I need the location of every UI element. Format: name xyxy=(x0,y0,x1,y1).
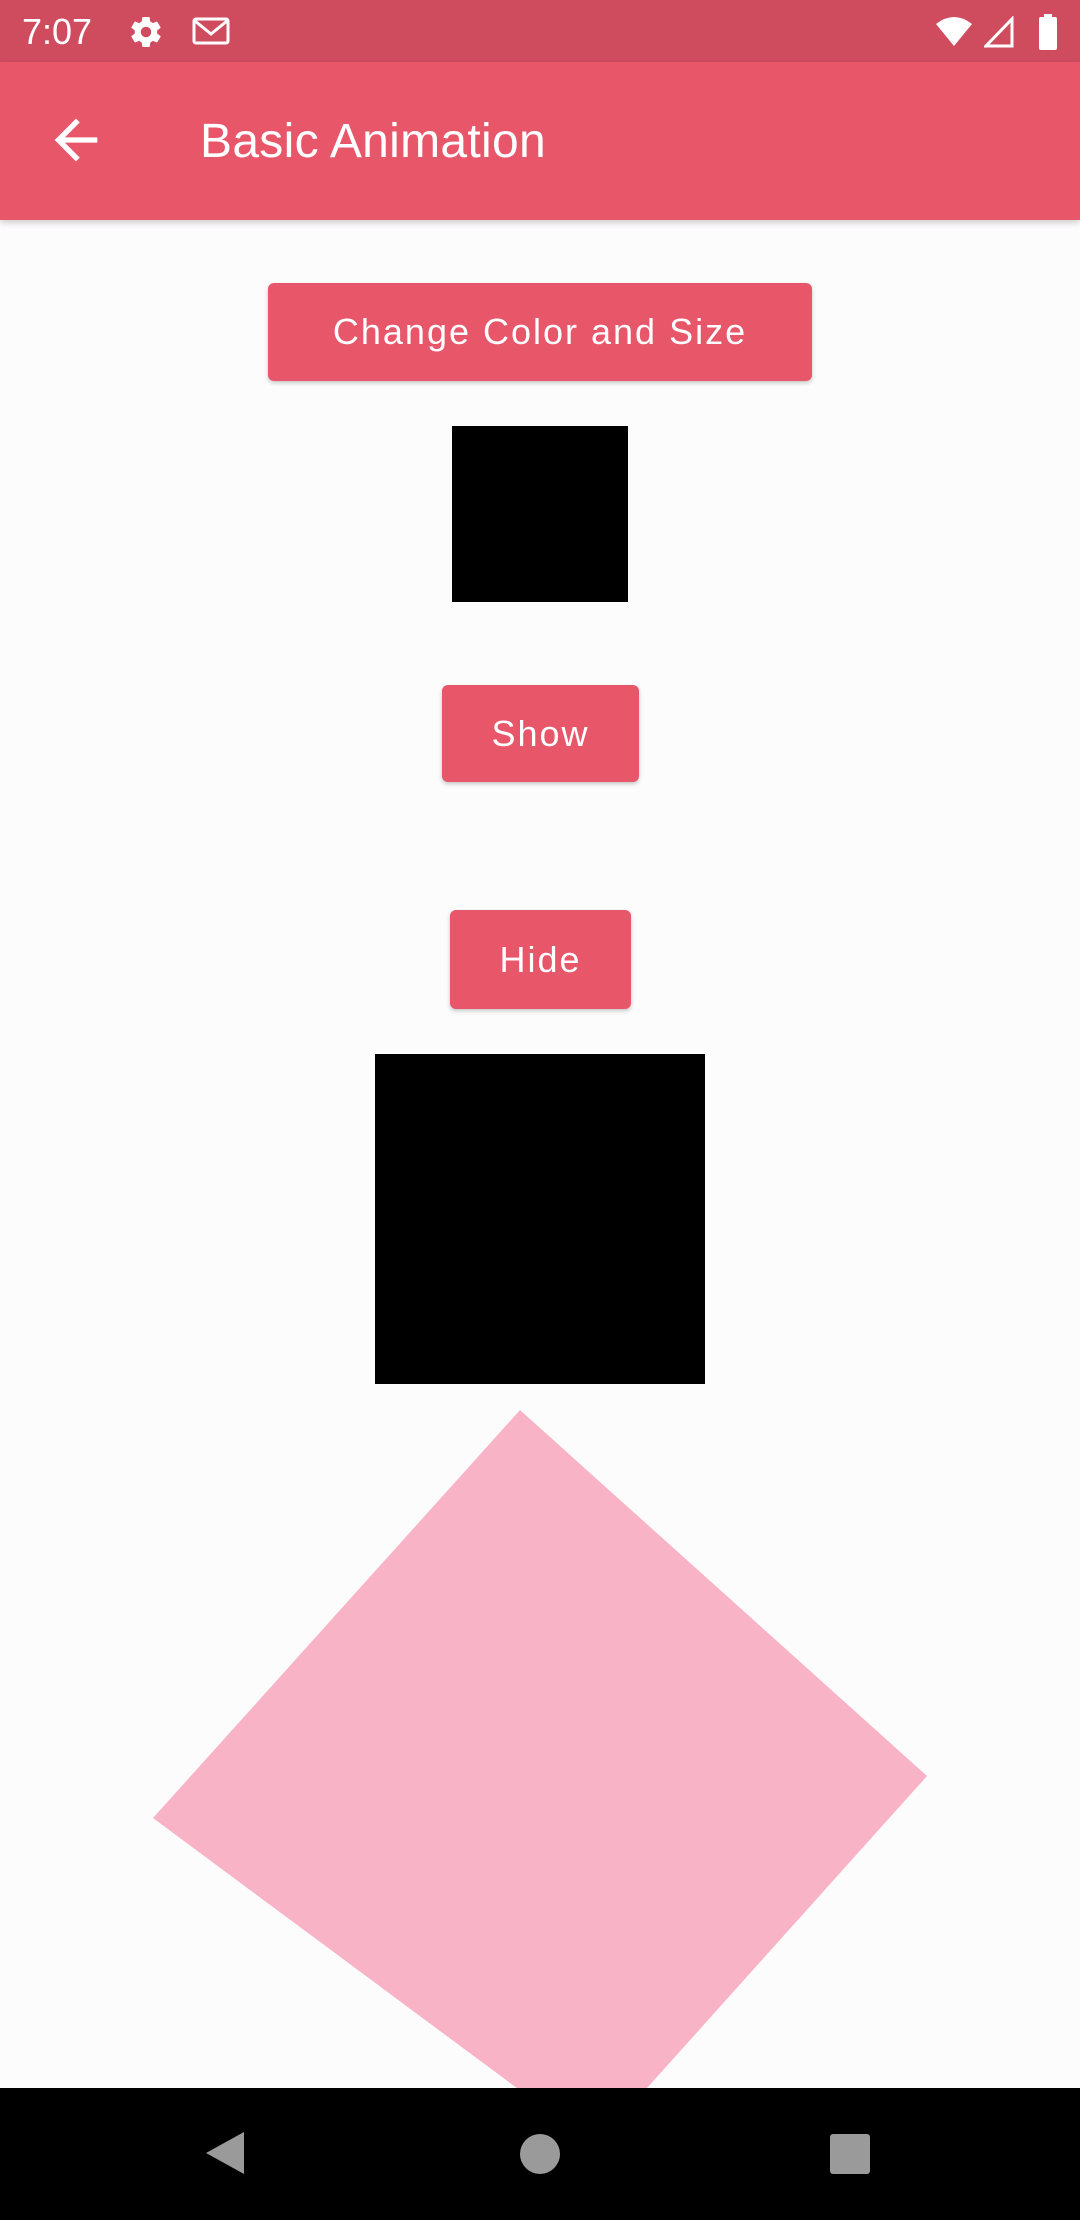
nav-recents-icon[interactable] xyxy=(830,2134,870,2174)
rotating-diamond xyxy=(153,1410,927,2090)
nav-home-icon[interactable] xyxy=(519,2133,561,2175)
nav-back-icon[interactable] xyxy=(204,2130,246,2176)
